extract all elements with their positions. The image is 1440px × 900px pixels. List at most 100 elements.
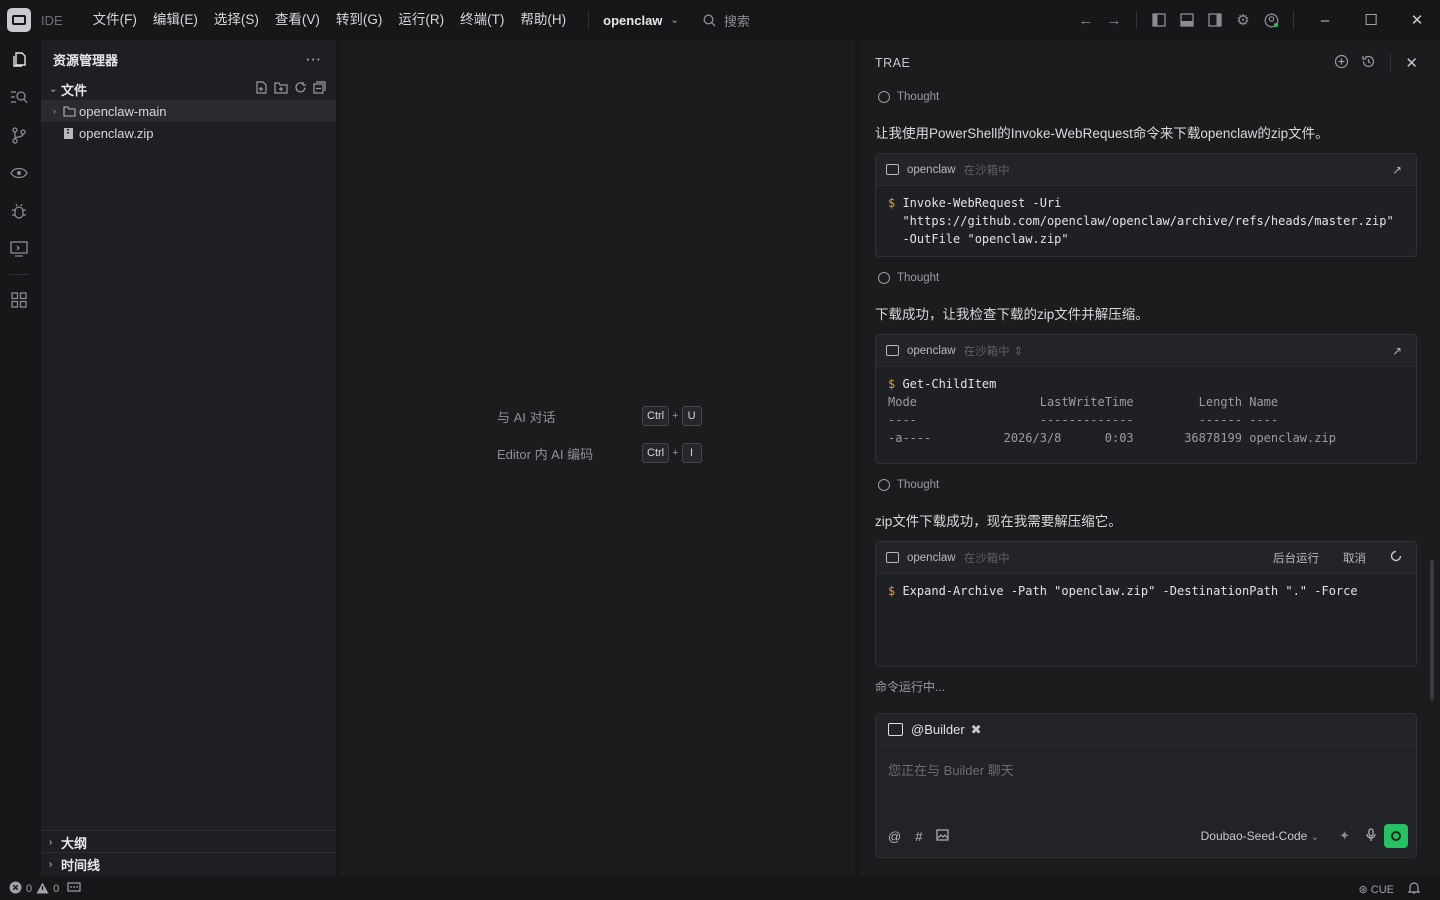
thought-indicator[interactable]: Thought: [878, 272, 939, 284]
extensions-grid-icon[interactable]: [0, 281, 38, 319]
terminal-output: $ Get-ChildItem Mode LastWriteTime Lengt…: [888, 377, 1336, 445]
ai-chat-panel: TRAE ✕ Thought 让我使用PowerShell的Invoke-Web…: [860, 40, 1440, 876]
collapse-all-icon[interactable]: [313, 81, 326, 97]
back-arrow-icon[interactable]: ←: [1072, 12, 1100, 29]
minimize-icon[interactable]: –: [1302, 12, 1348, 29]
menu-edit[interactable]: 编辑(E): [145, 0, 206, 40]
scrollbar[interactable]: [1430, 560, 1434, 700]
menu-view[interactable]: 查看(V): [267, 0, 328, 40]
hashtag-icon[interactable]: #: [915, 829, 922, 844]
project-name: openclaw: [603, 12, 663, 28]
sparkle-icon[interactable]: ✦: [1339, 828, 1350, 844]
menu-help[interactable]: 帮助(H): [512, 0, 574, 40]
maximize-icon[interactable]: ☐: [1348, 11, 1394, 29]
project-switcher[interactable]: openclaw ⌄: [588, 10, 679, 30]
ide-label: IDE: [41, 12, 63, 28]
new-file-icon[interactable]: [255, 81, 268, 97]
run-in-background-button[interactable]: 后台运行: [1273, 550, 1319, 566]
shortcut-hint-inline: Editor 内 AI 编码 Ctrl + I: [497, 443, 702, 463]
thought-label: Thought: [897, 479, 940, 491]
open-external-icon[interactable]: ↗: [1392, 344, 1402, 358]
editor-area[interactable]: 与 AI 对话 Ctrl + U Editor 内 AI 编码 Ctrl + I: [340, 40, 855, 876]
tree-item-file[interactable]: openclaw.zip: [41, 122, 336, 144]
menu-go[interactable]: 转到(G): [328, 0, 391, 40]
terminal-output: $ Expand-Archive -Path "openclaw.zip" -D…: [888, 584, 1358, 598]
menu-terminal[interactable]: 终端(T): [452, 0, 512, 40]
tree-item-label: openclaw-main: [79, 103, 167, 119]
terminal-status: 在沙箱中: [963, 164, 1010, 177]
new-folder-icon[interactable]: [274, 81, 288, 97]
loading-spinner-icon: [1390, 550, 1402, 565]
notifications-bell-icon[interactable]: [1407, 881, 1421, 897]
agent-name: @Builder: [911, 722, 965, 737]
thought-icon: [878, 91, 890, 103]
preview-eye-icon[interactable]: [0, 154, 38, 192]
ai-panel-title: TRAE: [875, 56, 911, 70]
command-line: Get-ChildItem: [902, 377, 997, 391]
menu-run[interactable]: 运行(R): [390, 0, 452, 40]
toggle-sidebar-icon[interactable]: [1145, 13, 1173, 27]
command-line: "https://github.com/openclaw/openclaw/ar…: [902, 214, 1394, 228]
chat-input-box[interactable]: @Builder ✖ 您正在与 Builder 聊天 @ # Doubao-Se…: [875, 713, 1417, 858]
mention-icon[interactable]: @: [888, 829, 901, 844]
debug-bug-icon[interactable]: [0, 192, 38, 230]
terminal-card-header: openclaw 在沙箱中 ⇕ ↗: [876, 335, 1416, 367]
close-panel-icon[interactable]: ✕: [1405, 54, 1418, 72]
menu-file[interactable]: 文件(F): [85, 0, 145, 40]
search-box[interactable]: 搜索: [703, 11, 750, 30]
explorer-panel: 资源管理器 ··· ⌄ 文件 › openclaw-main openclaw.…: [41, 40, 336, 876]
chevron-down-icon: ⌄: [49, 83, 58, 95]
search-code-icon[interactable]: [0, 78, 38, 116]
ports-icon[interactable]: [67, 882, 81, 896]
expand-toggle-icon[interactable]: ⇕: [1014, 344, 1024, 358]
thought-label: Thought: [897, 272, 940, 284]
stop-generation-button[interactable]: [1384, 824, 1408, 848]
outline-section-header[interactable]: › 大纲: [41, 831, 336, 853]
forward-arrow-icon[interactable]: →: [1100, 12, 1128, 29]
settings-gear-icon[interactable]: ⚙: [1229, 11, 1257, 29]
agent-selector[interactable]: @Builder ✖: [876, 714, 1416, 746]
warning-count: 0: [53, 883, 60, 895]
timeline-section-header[interactable]: › 时间线: [41, 853, 336, 875]
cancel-button[interactable]: 取消: [1343, 550, 1366, 566]
terminal-icon: [886, 164, 899, 175]
close-window-icon[interactable]: ✕: [1394, 11, 1440, 29]
files-section-header[interactable]: ⌄ 文件: [41, 78, 336, 100]
more-actions-icon[interactable]: ···: [306, 52, 322, 67]
error-count: 0: [26, 883, 33, 895]
command-line: Invoke-WebRequest -Uri: [902, 196, 1062, 210]
divider: [1390, 54, 1392, 72]
history-icon[interactable]: [1361, 54, 1376, 72]
toggle-ai-panel-icon[interactable]: [1201, 13, 1229, 27]
assistant-message: zip文件下载成功，现在我需要解压缩它。: [875, 514, 1122, 529]
thought-indicator[interactable]: Thought: [878, 91, 939, 103]
cue-status[interactable]: ⊛ CUE: [1358, 883, 1394, 896]
thought-indicator[interactable]: Thought: [878, 479, 939, 491]
account-icon[interactable]: [1257, 13, 1285, 28]
builder-icon: [888, 723, 903, 736]
new-chat-icon[interactable]: [1334, 54, 1349, 72]
hint-label: 与 AI 对话: [497, 409, 556, 425]
chevron-right-icon: ›: [53, 106, 56, 116]
refresh-icon[interactable]: [294, 81, 307, 97]
chat-placeholder[interactable]: 您正在与 Builder 聊天: [888, 760, 1014, 779]
tools-icon[interactable]: ✖: [971, 722, 982, 738]
outline-section[interactable]: › 大纲: [41, 830, 336, 853]
remote-screen-icon[interactable]: [0, 230, 38, 268]
error-icon: [9, 881, 22, 897]
problems-indicator[interactable]: 0 0: [9, 881, 81, 897]
source-control-icon[interactable]: [0, 116, 38, 154]
terminal-name: openclaw: [907, 344, 956, 357]
explorer-files-icon[interactable]: [0, 40, 38, 78]
microphone-icon[interactable]: [1366, 827, 1376, 845]
menu-selection[interactable]: 选择(S): [206, 0, 267, 40]
assistant-message: 下载成功，让我检查下载的zip文件并解压缩。: [875, 307, 1149, 322]
toggle-panel-icon[interactable]: [1173, 13, 1201, 27]
image-upload-icon[interactable]: [936, 828, 950, 844]
tree-item-folder[interactable]: › openclaw-main: [41, 100, 336, 122]
open-external-icon[interactable]: ↗: [1392, 163, 1402, 177]
search-icon: [703, 13, 716, 26]
timeline-section-title: 时间线: [61, 857, 101, 873]
model-selector[interactable]: Doubao-Seed-Code ⌄: [1201, 829, 1319, 843]
timeline-section[interactable]: › 时间线: [41, 852, 336, 875]
